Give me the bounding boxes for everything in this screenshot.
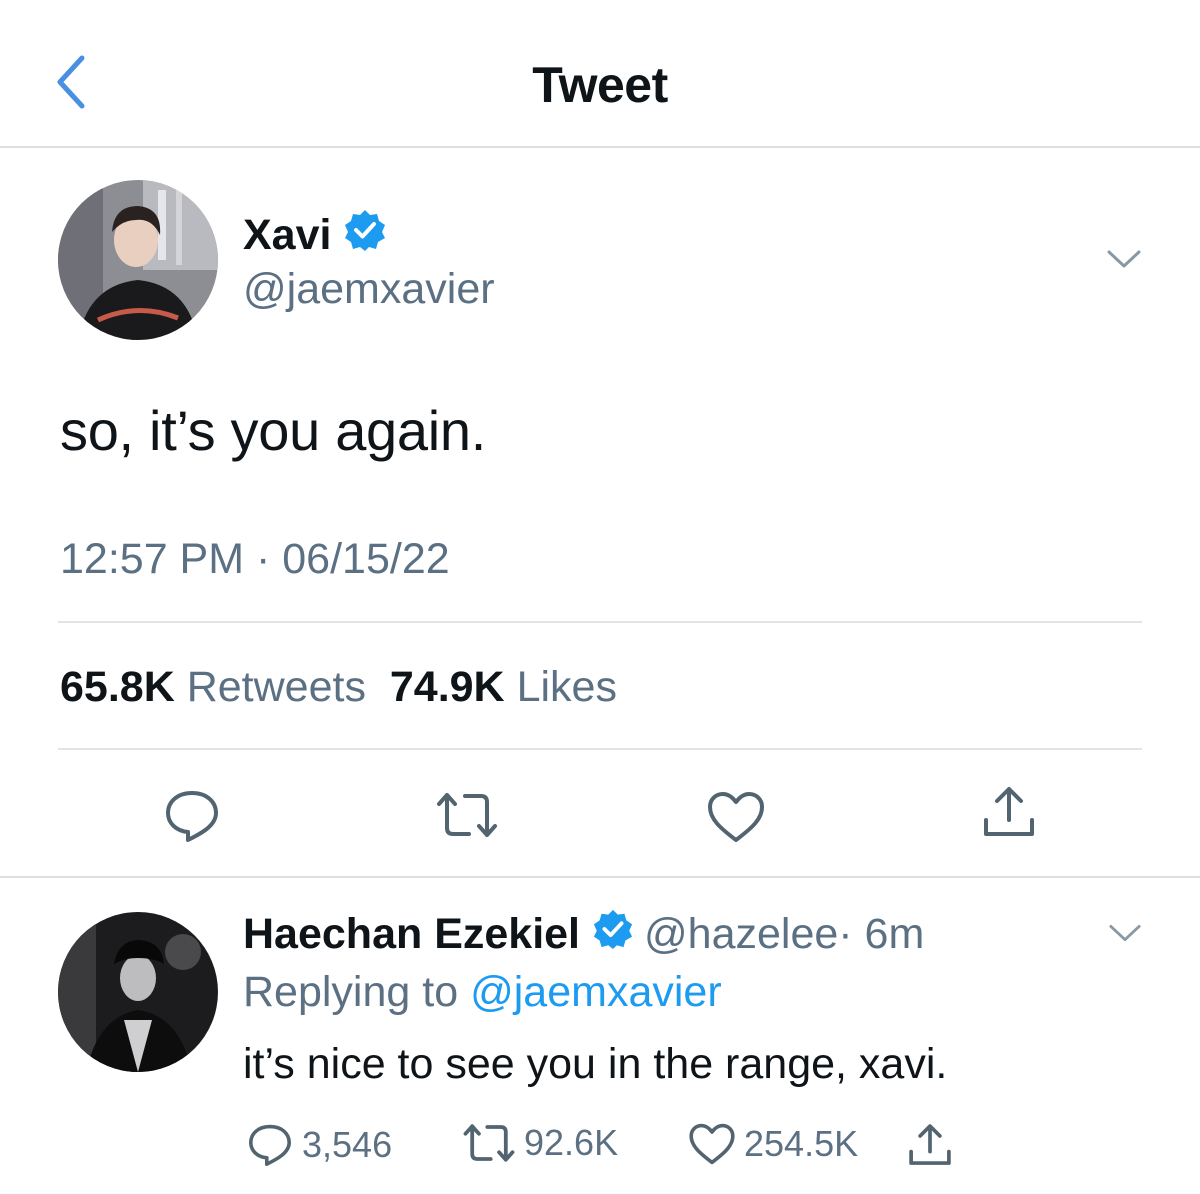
retweets-count[interactable]: 65.8K	[60, 663, 175, 711]
reply-retweet-button[interactable]: 92.6K	[462, 1122, 618, 1164]
reply-share-button[interactable]	[906, 1122, 954, 1168]
top-bar: Tweet	[0, 0, 1200, 148]
retweet-icon	[463, 1124, 515, 1162]
likes-count[interactable]: 74.9K	[390, 663, 505, 711]
reply-avatar[interactable]	[58, 912, 218, 1072]
reply-retweet-count: 92.6K	[524, 1122, 619, 1163]
reply-text: it’s nice to see you in the range, xavi.	[243, 1040, 948, 1088]
replying-to: Replying to @jaemxavier	[243, 968, 722, 1017]
tweet-text: so, it’s you again.	[60, 399, 486, 462]
author-handle[interactable]: @jaemxavier	[243, 265, 495, 314]
reply-icon[interactable]	[162, 788, 222, 849]
share-icon	[909, 1124, 951, 1165]
reply-like-button[interactable]: 254.5K	[688, 1122, 858, 1166]
replying-to-handle-link[interactable]: @jaemxavier	[470, 968, 722, 1016]
like-icon	[689, 1123, 735, 1165]
like-icon[interactable]	[706, 790, 766, 849]
retweet-icon[interactable]	[435, 790, 499, 845]
verified-badge-icon	[343, 208, 387, 263]
chevron-down-icon[interactable]	[1106, 248, 1142, 275]
reply-count: 3,546	[302, 1124, 393, 1165]
likes-label[interactable]: Likes	[517, 663, 617, 711]
page-title: Tweet	[532, 57, 668, 113]
verified-badge-icon	[592, 908, 634, 961]
author-name[interactable]: Xavi	[243, 211, 331, 260]
share-icon[interactable]	[980, 784, 1038, 845]
reply-reply-button[interactable]: 3,546	[246, 1122, 392, 1168]
retweets-label[interactable]: Retweets	[187, 663, 366, 711]
divider	[0, 876, 1200, 878]
chevron-down-icon[interactable]	[1108, 922, 1142, 949]
reply-icon	[249, 1124, 291, 1166]
author-name-row: Xavi	[243, 208, 387, 263]
divider	[58, 621, 1142, 623]
replying-to-label: Replying to	[243, 968, 459, 1016]
reply-like-count: 254.5K	[744, 1123, 859, 1164]
reply-handle-time[interactable]: @hazelee· 6m	[644, 910, 924, 959]
reply-header: Haechan Ezekiel @hazelee· 6m	[243, 908, 924, 961]
divider	[58, 748, 1142, 750]
tweet-timestamp[interactable]: 12:57 PM · 06/15/22	[60, 535, 450, 584]
avatar[interactable]	[58, 180, 218, 340]
tweet-stats: 65.8K Retweets 74.9K Likes	[60, 663, 617, 712]
reply-author-name[interactable]: Haechan Ezekiel	[243, 910, 580, 959]
